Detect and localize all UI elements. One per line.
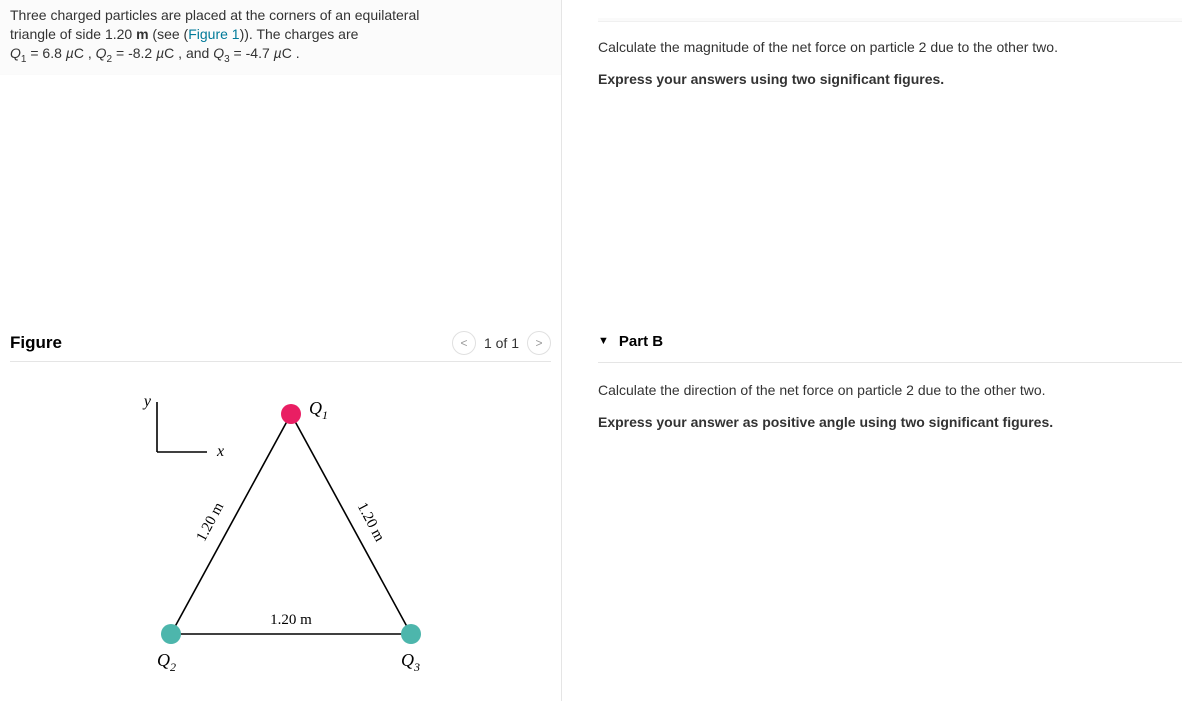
unit-m: m <box>136 26 148 42</box>
chevron-left-icon: < <box>460 336 467 350</box>
problem-line2b: (see ( <box>149 26 189 42</box>
part-b-prompt: Calculate the direction of the net force… <box>598 379 1182 401</box>
part-b-title: Part B <box>619 333 663 350</box>
figure-count: 1 of 1 <box>484 335 519 351</box>
q2-val: -8.2 <box>128 45 156 61</box>
q2-vertex <box>161 624 181 644</box>
side-left-label: 1.20 m <box>193 500 227 545</box>
q1-var: Q <box>10 45 21 61</box>
part-b-body: Calculate the direction of the net force… <box>598 379 1182 434</box>
axis-y-label: y <box>141 393 151 410</box>
problem-line2a: triangle of side 1.20 <box>10 26 136 42</box>
figure-title: Figure <box>10 333 62 353</box>
axis-x-label: x <box>216 443 224 460</box>
part-a-body: Calculate the magnitude of the net force… <box>598 36 1182 111</box>
problem-line1: Three charged particles are placed at th… <box>10 7 419 23</box>
problem-statement: Three charged particles are placed at th… <box>0 0 561 75</box>
part-a-hint: Express your answers using two significa… <box>598 68 1182 90</box>
q3-var: Q <box>213 45 224 61</box>
triangle-diagram: y x 1.20 m 1.20 m 1.20 m Q1 Q2 <box>101 384 461 684</box>
q2-label: Q2 <box>157 650 176 674</box>
q2-var: Q <box>96 45 107 61</box>
part-a-prompt: Calculate the magnitude of the net force… <box>598 36 1182 58</box>
figure-prev-button[interactable]: < <box>452 331 476 355</box>
side-bottom-label: 1.20 m <box>270 612 312 628</box>
figure-nav: < 1 of 1 > <box>452 331 551 355</box>
part-b-header[interactable]: ▼ Part B <box>598 333 1182 363</box>
caret-down-icon: ▼ <box>598 335 609 347</box>
q1-vertex <box>281 404 301 424</box>
answer-area-top <box>598 18 1182 22</box>
figure-next-button[interactable]: > <box>527 331 551 355</box>
part-b-hint: Express your answer as positive angle us… <box>598 411 1182 433</box>
q3-label: Q3 <box>401 650 420 674</box>
q3-val: -4.7 <box>246 45 274 61</box>
q3-vertex <box>401 624 421 644</box>
chevron-right-icon: > <box>535 336 542 350</box>
figure-link[interactable]: Figure 1 <box>188 26 239 42</box>
problem-line2c: )). The charges are <box>240 26 359 42</box>
q1-val: 6.8 <box>42 45 65 61</box>
q1-label: Q1 <box>309 398 328 422</box>
